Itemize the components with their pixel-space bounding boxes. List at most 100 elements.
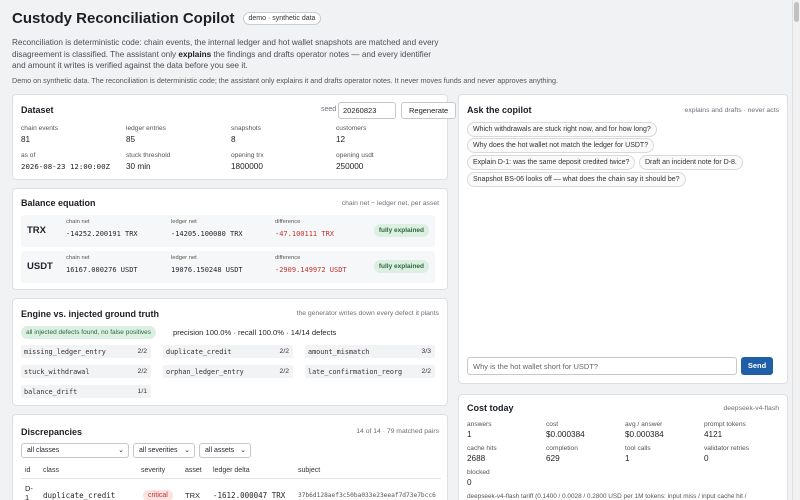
- stat-value: 30 min: [126, 162, 151, 171]
- severity-filter[interactable]: all severities ⌄: [133, 443, 195, 458]
- ledger-net: ledger net 19076.150248 USDT: [171, 255, 243, 274]
- engine-subtitle: the generator writes down every defect i…: [296, 310, 439, 317]
- severity-filter-value: all severities: [139, 447, 178, 454]
- defect-count: 3/3: [421, 348, 431, 355]
- copilot-card: Ask the copilot explains and drafts · ne…: [458, 94, 788, 384]
- row-subject: 37b6d128aef3c50ba033e23eeaf7d73e7bcc6: [298, 492, 436, 499]
- stat-label: chain events: [21, 125, 59, 132]
- class-filter[interactable]: all classes ⌄: [21, 443, 129, 458]
- row-id: D- 1: [25, 484, 33, 500]
- chevron-down-icon: ⌄: [240, 447, 246, 454]
- balance-subtitle: chain net − ledger net, per asset: [341, 200, 439, 207]
- balance-title: Balance equation: [21, 198, 96, 208]
- cost-stat-label: answers: [467, 421, 492, 428]
- balance-row: USDT chain net 16167.000276 USDT ledger n…: [21, 251, 435, 283]
- defect-cell: orphan_ledger_entry 2/2: [163, 365, 293, 378]
- table-divider: [21, 478, 441, 479]
- cost-stat-value: 1: [467, 430, 472, 439]
- stat-label: opening usdt: [336, 152, 374, 159]
- discrepancies-summary: 14 of 14 · 79 matched pairs: [356, 428, 439, 435]
- cost-stat: cost $0.000384: [546, 421, 625, 439]
- scrollbar-thumb[interactable]: [794, 2, 799, 22]
- stat-value: 250000: [336, 162, 364, 171]
- send-button[interactable]: Send: [741, 357, 773, 375]
- dataset-stat: stuck threshold 30 min: [126, 152, 231, 171]
- asset-filter[interactable]: all assets ⌄: [199, 443, 251, 458]
- chain-net: chain net -14252.200191 TRX: [66, 219, 138, 238]
- dataset-stat: chain events 81: [21, 125, 126, 144]
- cost-stat-value: 629: [546, 454, 560, 463]
- page-scrollbar[interactable]: [792, 0, 800, 500]
- col-asset[interactable]: asset: [185, 467, 202, 474]
- seed-input[interactable]: 20260823: [338, 102, 396, 119]
- defect-count: 2/2: [137, 348, 147, 355]
- cost-stat: prompt tokens 4121: [704, 421, 783, 439]
- severity-badge: critical: [143, 490, 173, 500]
- defect-name: orphan_ledger_entry: [166, 368, 244, 376]
- discrepancies-title: Discrepancies: [21, 427, 83, 437]
- cost-stat: blocked 0: [467, 469, 546, 487]
- suggestion-chip[interactable]: Draft an incident note for D-8.: [639, 155, 743, 170]
- dataset-stat: ledger entries 85: [126, 125, 231, 144]
- cost-stat-label: validator retries: [704, 445, 750, 452]
- chain-net-label: chain net: [66, 255, 90, 261]
- dataset-stats: chain events 81 ledger entries 85 snapshots 8…: [21, 125, 441, 171]
- dataset-stat: as of 2026-08-23 12:00:00Z: [21, 152, 126, 171]
- engine-badge: all injected defects found, no false pos…: [21, 326, 157, 339]
- difference-label: difference: [275, 219, 301, 225]
- balance-card: Balance equation chain net − ledger net,…: [12, 188, 448, 290]
- cost-stat-label: completion: [546, 445, 578, 452]
- status-badge: fully explained: [373, 224, 429, 237]
- cost-stat-label: cache hits: [467, 445, 497, 452]
- chevron-down-icon: ⌄: [184, 447, 190, 454]
- dataset-stat: opening trx 1800000: [231, 152, 336, 171]
- tariff-note: deepseek-v4-flash tariff (0.1400 / 0.002…: [467, 493, 747, 500]
- regenerate-button[interactable]: Regenerate: [401, 102, 457, 119]
- suggestion-chip[interactable]: Snapshot BS-06 looks off — what does the…: [467, 172, 686, 187]
- stat-label: stuck threshold: [126, 152, 171, 159]
- row-id-line2: 1: [25, 493, 30, 500]
- defect-name: stuck_withdrawal: [24, 368, 90, 376]
- cost-stat: avg / answer $0.000384: [625, 421, 704, 439]
- page-header: Custody Reconciliation Copilot demo · sy…: [12, 10, 788, 85]
- cost-title: Cost today: [467, 403, 514, 413]
- row-asset: TRX: [185, 491, 200, 500]
- cost-card: Cost today deepseek-v4-flash answers 1 cos…: [458, 394, 788, 500]
- stat-value: 81: [21, 135, 31, 144]
- cost-stat: tool calls 1: [625, 445, 704, 463]
- stat-label: ledger entries: [126, 125, 166, 132]
- defect-name: missing_ledger_entry: [24, 348, 106, 356]
- suggestion-chip[interactable]: Why does the hot wallet not match the le…: [467, 138, 655, 153]
- defect-count: 2/2: [421, 368, 431, 375]
- chain-net-label: chain net: [66, 219, 90, 225]
- col-ledger-delta[interactable]: ledger delta: [213, 467, 250, 474]
- col-class[interactable]: class: [43, 467, 59, 474]
- row-class: duplicate_credit: [43, 491, 116, 500]
- col-subject[interactable]: subject: [298, 467, 320, 474]
- defect-count: 2/2: [279, 348, 289, 355]
- cost-stat: cache hits 2688: [467, 445, 546, 463]
- difference-label: difference: [275, 255, 301, 261]
- ledger-net-label: ledger net: [171, 219, 197, 225]
- dataset-card: Dataset seed 20260823 Regenerate chain e…: [12, 94, 457, 180]
- asset-filter-value: all assets: [205, 447, 235, 454]
- cost-stat-value: 4121: [704, 430, 723, 439]
- row-delta: -1612.000047 TRX: [213, 491, 286, 500]
- cost-stat-label: prompt tokens: [704, 421, 746, 428]
- col-id[interactable]: id: [25, 467, 30, 474]
- status-badge: fully explained: [373, 260, 429, 273]
- row-id-line1: D-: [25, 484, 33, 493]
- cost-stat-value: 0: [704, 454, 709, 463]
- defect-cell: duplicate_credit 2/2: [163, 345, 293, 358]
- cost-stat-value: 1: [625, 454, 630, 463]
- dataset-title: Dataset: [21, 105, 54, 115]
- suggestion-chip[interactable]: Explain D-1: was the same deposit credit…: [467, 155, 636, 170]
- suggestion-chip[interactable]: Which withdrawals are stuck right now, a…: [467, 122, 657, 137]
- copilot-title: Ask the copilot: [467, 105, 532, 115]
- defect-cell: missing_ledger_entry 2/2: [21, 345, 151, 358]
- stat-label: snapshots: [231, 125, 262, 132]
- col-severity[interactable]: severity: [141, 467, 165, 474]
- question-input[interactable]: Why is the hot wallet short for USDT?: [467, 357, 737, 375]
- defect-cell: late_confirmation_reorg 2/2: [305, 365, 435, 378]
- defect-name: duplicate_credit: [166, 348, 232, 356]
